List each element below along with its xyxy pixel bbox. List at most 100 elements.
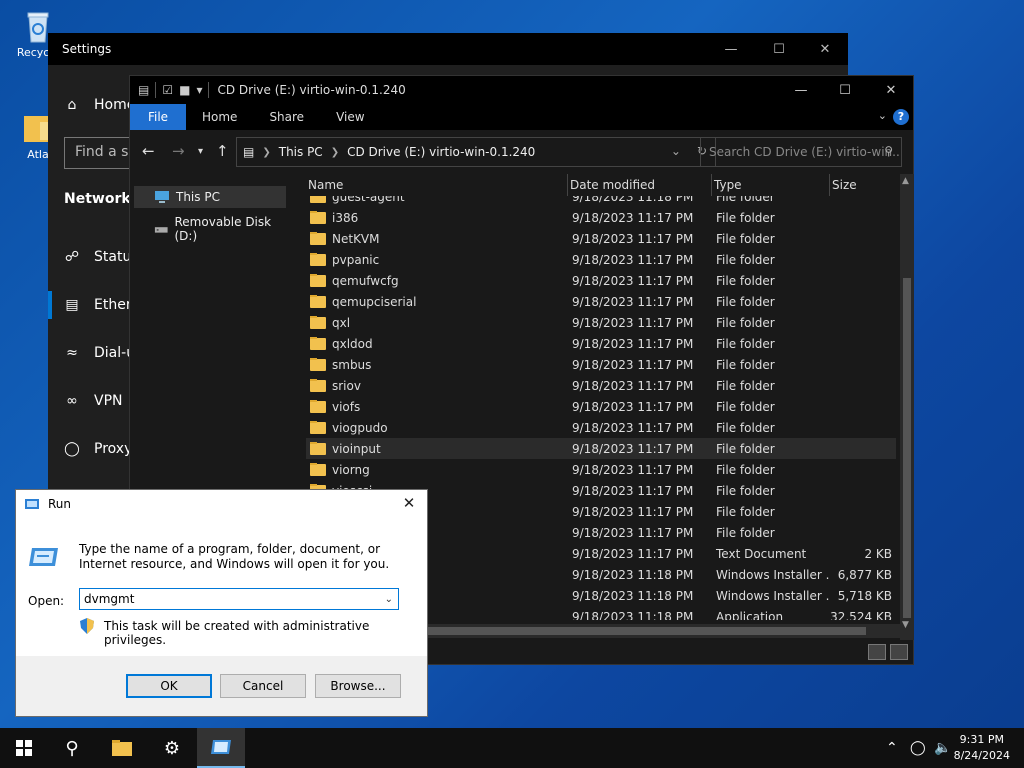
clock[interactable]: 9:31 PM 8/24/2024	[954, 732, 1010, 764]
file-row[interactable]: viorng 9/18/2023 11:17 PM File folder	[306, 459, 896, 480]
chevron-down-icon[interactable]: ⌄	[385, 594, 393, 605]
maximize-button[interactable]: ☐	[822, 76, 868, 104]
file-row[interactable]: i386 9/18/2023 11:17 PM File folder	[306, 207, 896, 228]
taskbar-settings[interactable]: ⚙	[148, 728, 196, 768]
ok-button[interactable]: OK	[126, 674, 212, 698]
start-button[interactable]	[0, 728, 48, 768]
scroll-up-icon[interactable]: ▲	[902, 176, 909, 186]
chevron-right-icon: ❯	[330, 146, 340, 158]
column-name[interactable]: Name	[306, 174, 568, 196]
file-name: smbus	[332, 357, 372, 372]
expand-ribbon-icon[interactable]: ⌄	[878, 109, 887, 122]
close-button[interactable]: ✕	[868, 76, 914, 104]
tab-share[interactable]: Share	[253, 104, 320, 130]
back-button[interactable]: ←	[142, 142, 155, 160]
address-dropdown-icon[interactable]: ⌄	[671, 144, 681, 158]
file-row[interactable]: sriov 9/18/2023 11:17 PM File folder	[306, 375, 896, 396]
settings-nav-dialup[interactable]: ≈ Dial-u	[64, 345, 135, 361]
file-type: File folder	[716, 483, 775, 498]
recent-locations-button[interactable]: ▾	[198, 146, 203, 157]
gear-icon: ⚙	[163, 737, 181, 759]
tab-view[interactable]: View	[320, 104, 380, 130]
address-bar[interactable]: ▤ ❯ This PC ❯ CD Drive (E:) virtio-win-0…	[236, 137, 716, 167]
run-title: Run	[48, 497, 72, 511]
breadcrumb-cd-drive[interactable]: CD Drive (E:) virtio-win-0.1.240	[347, 145, 535, 159]
settings-home[interactable]: ⌂ Home	[64, 97, 136, 113]
search-input[interactable]: Search CD Drive (E:) virtio-win... ⚲	[700, 137, 902, 167]
folder-icon	[310, 441, 326, 455]
home-icon: ⌂	[67, 97, 77, 113]
file-name: i386	[332, 210, 359, 225]
drive-icon: ▤	[243, 145, 255, 159]
minimize-button[interactable]: —	[778, 76, 824, 104]
run-icon	[211, 740, 231, 754]
properties-icon[interactable]: ☑	[162, 83, 173, 97]
file-row[interactable]: qxl 9/18/2023 11:17 PM File folder	[306, 312, 896, 333]
settings-nav-vpn[interactable]: ∞ VPN	[64, 393, 122, 409]
file-row[interactable]: qemupciserial 9/18/2023 11:17 PM File fold…	[306, 291, 896, 312]
drive-icon[interactable]: ▤	[138, 83, 149, 97]
taskbar-file-explorer[interactable]	[98, 728, 146, 768]
tab-home[interactable]: Home	[186, 104, 253, 130]
file-row[interactable]: guest-agent 9/18/2023 11:18 PM File folder	[306, 196, 896, 207]
file-date: 9/18/2023 11:17 PM	[572, 441, 694, 456]
volume-tray-button[interactable]: 🔈	[934, 728, 951, 768]
file-row[interactable]: qemufwcfg 9/18/2023 11:17 PM File folder	[306, 270, 896, 291]
file-row[interactable]: viogpudo 9/18/2023 11:17 PM File folder	[306, 417, 896, 438]
file-type: File folder	[716, 525, 775, 540]
taskbar: ⚲ ⚙ ⌃ ◯ 🔈 9:31 PM 8/24/2024	[0, 728, 1024, 768]
minimize-button[interactable]: —	[708, 33, 754, 65]
folder-icon	[310, 378, 326, 392]
column-type[interactable]: Type	[712, 174, 830, 196]
taskbar-run[interactable]	[197, 728, 245, 768]
tab-file[interactable]: File	[130, 104, 186, 130]
details-view-button[interactable]	[868, 644, 886, 660]
scroll-down-icon[interactable]: ▼	[902, 620, 909, 630]
close-button[interactable]: ✕	[397, 494, 421, 514]
file-type: Text Document	[716, 546, 807, 561]
file-type: File folder	[716, 294, 775, 309]
nav-item-removable-disk[interactable]: Removable Disk (D:)	[134, 215, 286, 243]
large-icons-view-button[interactable]	[890, 644, 908, 660]
file-name-cell: qxl	[306, 315, 568, 330]
forward-button[interactable]: →	[172, 142, 185, 160]
nav-item-this-pc[interactable]: This PC	[134, 186, 286, 208]
folder-icon	[310, 315, 326, 329]
file-type: File folder	[716, 420, 775, 435]
file-date: 9/18/2023 11:17 PM	[572, 399, 694, 414]
run-titlebar[interactable]: Run	[16, 490, 427, 518]
search-button[interactable]: ⚲	[48, 728, 96, 768]
file-row[interactable]: vioinput 9/18/2023 11:17 PM File folder	[306, 438, 896, 459]
explorer-titlebar[interactable]: ▤ ☑ ■ ▾ CD Drive (E:) virtio-win-0.1.240…	[130, 76, 913, 104]
network-tray-button[interactable]: ◯	[910, 728, 926, 768]
settings-nav-proxy[interactable]: ◯ Proxy	[64, 441, 132, 457]
file-row[interactable]: pvpanic 9/18/2023 11:17 PM File folder	[306, 249, 896, 270]
new-folder-icon[interactable]: ■	[179, 83, 190, 97]
vertical-scrollbar[interactable]: ▲ ▼	[900, 174, 914, 640]
search-icon: ⚲	[65, 737, 79, 759]
cancel-button[interactable]: Cancel	[220, 674, 306, 698]
file-row[interactable]: viofs 9/18/2023 11:17 PM File folder	[306, 396, 896, 417]
help-icon[interactable]: ?	[893, 109, 909, 125]
file-date: 9/18/2023 11:17 PM	[572, 357, 694, 372]
up-button[interactable]: ↑	[216, 142, 229, 160]
close-button[interactable]: ✕	[802, 33, 848, 65]
file-row[interactable]: smbus 9/18/2023 11:17 PM File folder	[306, 354, 896, 375]
file-row[interactable]: qxldod 9/18/2023 11:17 PM File folder	[306, 333, 896, 354]
breadcrumb-this-pc[interactable]: This PC	[279, 145, 323, 159]
customize-toolbar-icon[interactable]: ▾	[196, 83, 202, 97]
browse-button[interactable]: Browse...	[315, 674, 401, 698]
file-name: qemupciserial	[332, 294, 417, 309]
scrollbar-thumb[interactable]	[903, 278, 911, 618]
show-hidden-icons-button[interactable]: ⌃	[886, 728, 898, 768]
column-date-modified[interactable]: Date modified	[568, 174, 712, 196]
settings-nav-status[interactable]: ☍ Status	[64, 249, 139, 265]
maximize-button[interactable]: ☐	[756, 33, 802, 65]
file-row[interactable]: NetKVM 9/18/2023 11:17 PM File folder	[306, 228, 896, 249]
column-size[interactable]: Size	[830, 174, 896, 196]
file-date: 9/18/2023 11:18 PM	[572, 567, 694, 582]
file-type: File folder	[716, 210, 775, 225]
folder-icon	[310, 196, 326, 203]
open-input[interactable]	[79, 588, 399, 610]
file-type: File folder	[716, 357, 775, 372]
